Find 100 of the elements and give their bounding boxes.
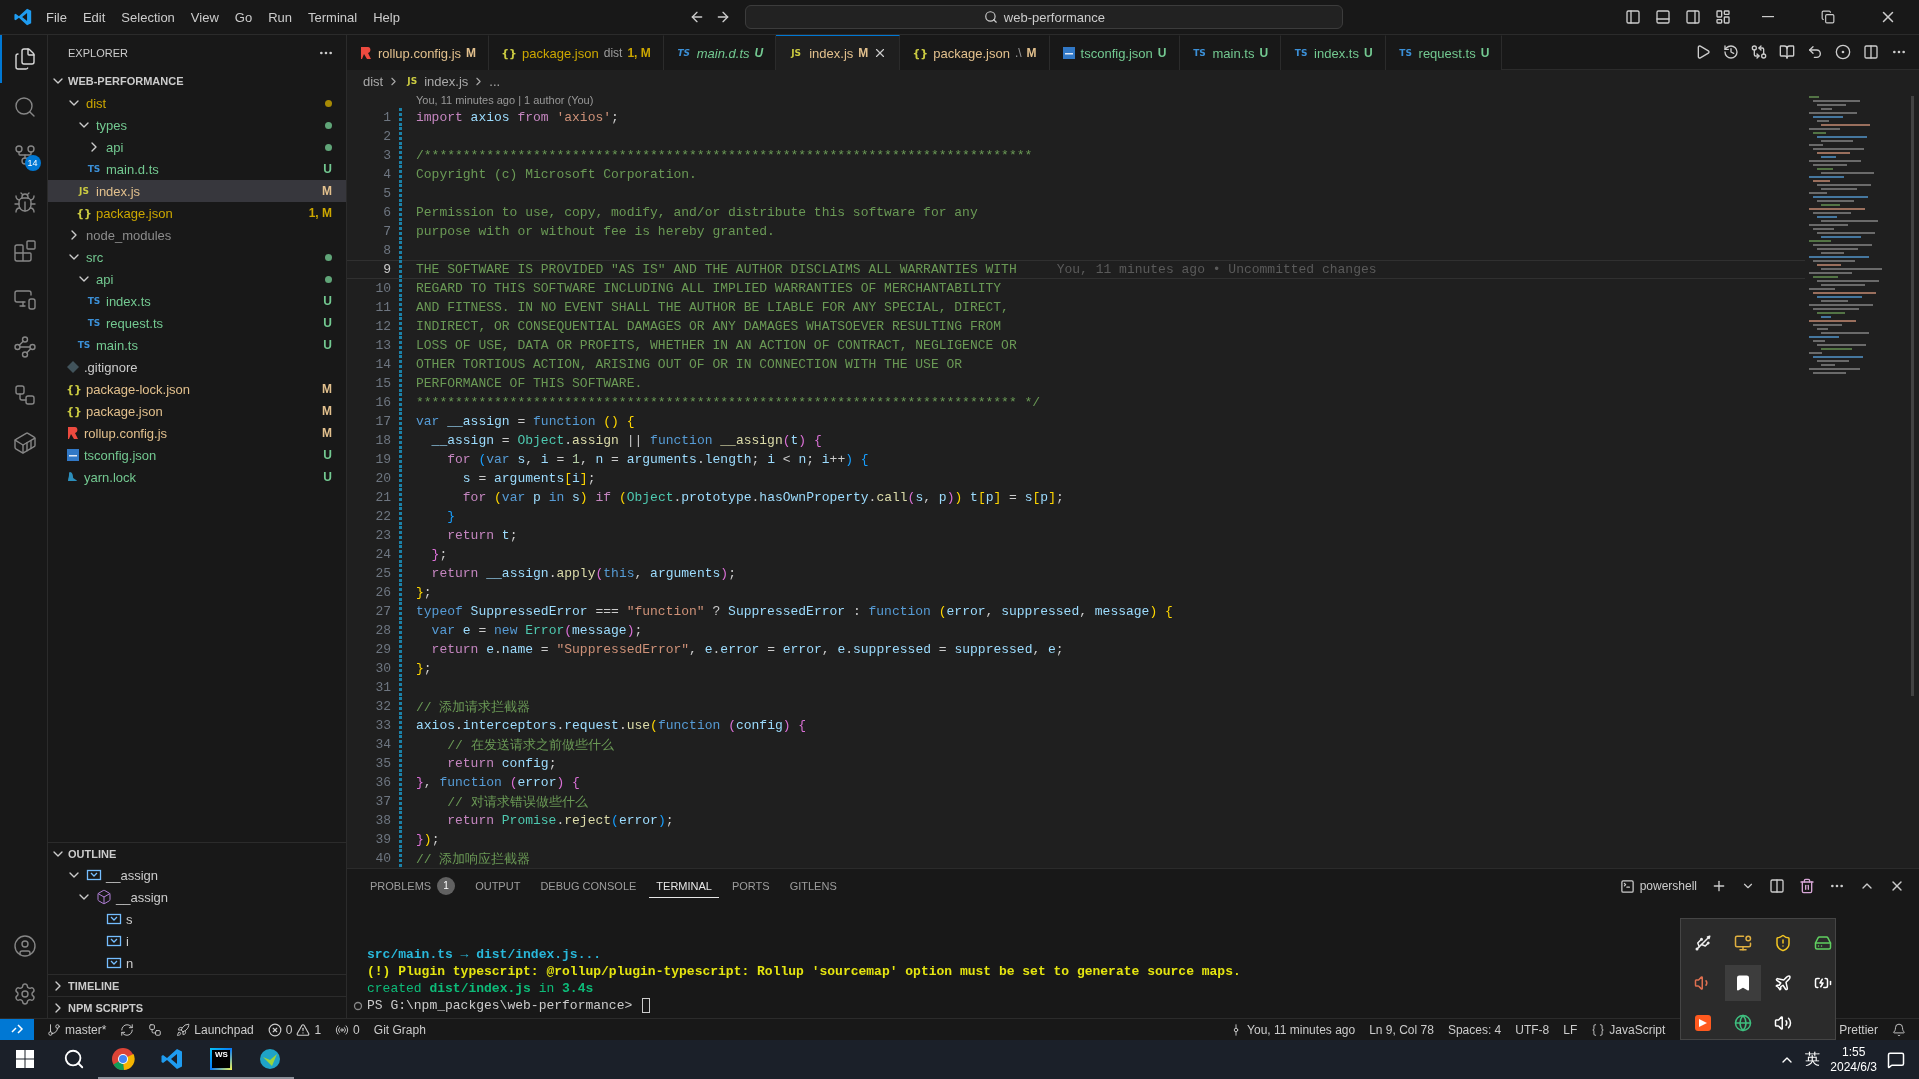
line-number: 9 [382,262,391,277]
compare-icon[interactable] [1751,44,1767,60]
toggle-panel-icon[interactable] [1655,9,1671,25]
editor-tab[interactable]: tsconfig.json U [1049,35,1180,70]
tree-item[interactable]: .gitignore [48,356,346,378]
panel-tab[interactable]: OUTPUT [468,874,528,898]
symbol-item[interactable]: __assign [48,886,346,908]
symbol-item[interactable]: i [48,930,346,952]
history-icon[interactable] [1723,44,1739,60]
menu-item[interactable]: View [182,5,227,29]
symbol-item[interactable]: s [48,908,346,930]
editor-tab[interactable]: {} package.json .\ M [900,35,1050,70]
split-editor-icon[interactable] [1863,44,1879,60]
panel-tab[interactable]: DEBUG CONSOLE [533,874,644,898]
tree-item[interactable]: node_modules [48,224,346,246]
status-item[interactable]: Prettier [1832,1019,1885,1040]
book-icon[interactable] [1779,44,1795,60]
trash-icon[interactable] [1799,878,1815,894]
status-item[interactable]: Git Graph [366,1019,433,1040]
menu-item[interactable]: Terminal [300,5,366,29]
symbol-item[interactable]: __assign [48,864,346,886]
tree-item[interactable]: rollup.config.js M [48,422,346,444]
menu-item[interactable]: Edit [74,5,114,29]
status-item[interactable]: Spaces: 4 [1440,1019,1509,1040]
status-item[interactable]: LF [1556,1019,1585,1040]
toggle-secondary-sidebar-icon[interactable] [1685,9,1701,25]
status-item[interactable]: Launchpad [169,1019,261,1040]
section-header[interactable]: TIMELINE [48,974,346,996]
menu-item[interactable]: File [38,5,75,29]
run-icon[interactable] [1695,44,1711,60]
tree-item[interactable]: tsconfig.json U [48,444,346,466]
editor-tab[interactable]: rollup.config.js M [347,35,490,70]
tree-item[interactable]: {} package.json 1, M [48,202,346,224]
section-header[interactable]: OUTLINE [48,842,346,864]
activity-item[interactable]: 14 [0,131,48,179]
tree-item[interactable]: api [48,268,346,290]
git-status: M [322,404,332,418]
tree-item[interactable]: {} package.json M [48,400,346,422]
editor-tab[interactable]: TS index.ts U [1281,35,1386,70]
branch-icon [47,1022,61,1037]
line-number: 18 [374,433,391,448]
status-item[interactable]: master* [40,1019,114,1040]
scrollbar-thumb[interactable] [1910,96,1914,696]
tree-item[interactable]: types [48,114,346,136]
codelens[interactable]: You, 11 minutes ago | 1 author (You) [416,94,594,106]
tree-item[interactable]: yarn.lock U [48,466,346,488]
tree-item[interactable]: TS main.d.ts U [48,158,346,180]
tree-item[interactable]: api [48,136,346,158]
terminal-shell[interactable]: powershell [1619,878,1697,894]
section-header[interactable]: WEB-PERFORMANCE [48,70,346,92]
panel-tab[interactable]: TERMINAL [649,874,719,898]
tray-item[interactable] [1725,965,1761,1001]
status-item[interactable]: Ln 9, Col 78 [1362,1019,1441,1040]
menu-item[interactable]: Selection [113,5,183,29]
notification-center-icon[interactable] [1887,1050,1905,1069]
status-item[interactable]: UTF-8 [1508,1019,1557,1040]
problems-status[interactable]: 0 1 [260,1019,329,1040]
code-line: Copyright (c) Microsoft Corporation. [416,167,697,182]
input-method-indicator[interactable]: 英 [1805,1050,1821,1069]
code-line: REGARD TO THIS SOFTWARE INCLUDING ALL IMPLIED WARRANTIES OF MERCHANTABILITY [416,281,1002,296]
line-number: 33 [374,718,391,733]
taskbar-app[interactable]: WS [196,1040,245,1079]
menu-item[interactable]: Help [365,5,408,29]
menu-item[interactable]: Run [260,5,300,29]
editor-tab[interactable]: TS main.d.ts U [663,35,777,70]
new-terminal-icon[interactable] [1711,878,1727,894]
symbol-item[interactable]: n [48,952,346,974]
tree-item[interactable]: JS index.js M [48,180,346,202]
tree-item[interactable]: TS main.ts U [48,334,346,356]
breadcrumb-item[interactable]: dist [363,73,384,89]
undo-icon[interactable] [1807,44,1823,60]
code-line: AND FITNESS. IN NO EVENT SHALL THE AUTHOR BE LIABLE FOR ANY SPECIAL, DIRECT, [416,300,1009,315]
code-line: return e.name = "SuppressedError", e.error = error, e.suppressed = suppressed, e; [430,642,1064,657]
dot-circle-icon[interactable] [1835,44,1851,60]
status-item[interactable]: 0 [328,1019,367,1040]
editor-tab[interactable]: TS main.ts U [1179,35,1282,70]
breadcrumb-item[interactable]: JS index.js [404,73,469,89]
panel-tab[interactable]: PROBLEMS 1 [363,871,463,901]
editor-tab[interactable]: {} package.json dist 1, M [489,35,664,70]
layout-icon[interactable] [1715,9,1731,25]
panel-tab[interactable]: GITLENS [782,874,844,898]
tree-item[interactable]: {} package-lock.json M [48,378,346,400]
status-item[interactable]: You, 11 minutes ago [1222,1019,1363,1040]
editor-tab[interactable]: TS request.ts U [1385,35,1503,70]
status-item[interactable]: JavaScript [1584,1019,1673,1040]
tree-item[interactable]: src [48,246,346,268]
split-terminal-icon[interactable] [1769,878,1785,894]
editor-tab[interactable]: JS index.js M [776,35,901,70]
code-line: } [446,509,455,524]
command-center-search[interactable]: web-performance [745,5,1344,29]
tree-item[interactable]: dist [48,92,346,114]
menu-item[interactable]: Go [226,5,261,29]
toggle-sidebar-icon[interactable] [1625,9,1641,25]
breadcrumb-item[interactable]: ... [489,73,501,89]
tree-item[interactable]: TS index.ts U [48,290,346,312]
panel-tab[interactable]: PORTS [724,874,777,898]
json-file-icon: {} [66,382,82,396]
tree-item[interactable]: TS request.ts U [48,312,346,334]
code-line: return __assign.apply(this, arguments); [430,566,736,581]
clock[interactable]: 1:55 2024/6/3 [1830,1044,1877,1075]
